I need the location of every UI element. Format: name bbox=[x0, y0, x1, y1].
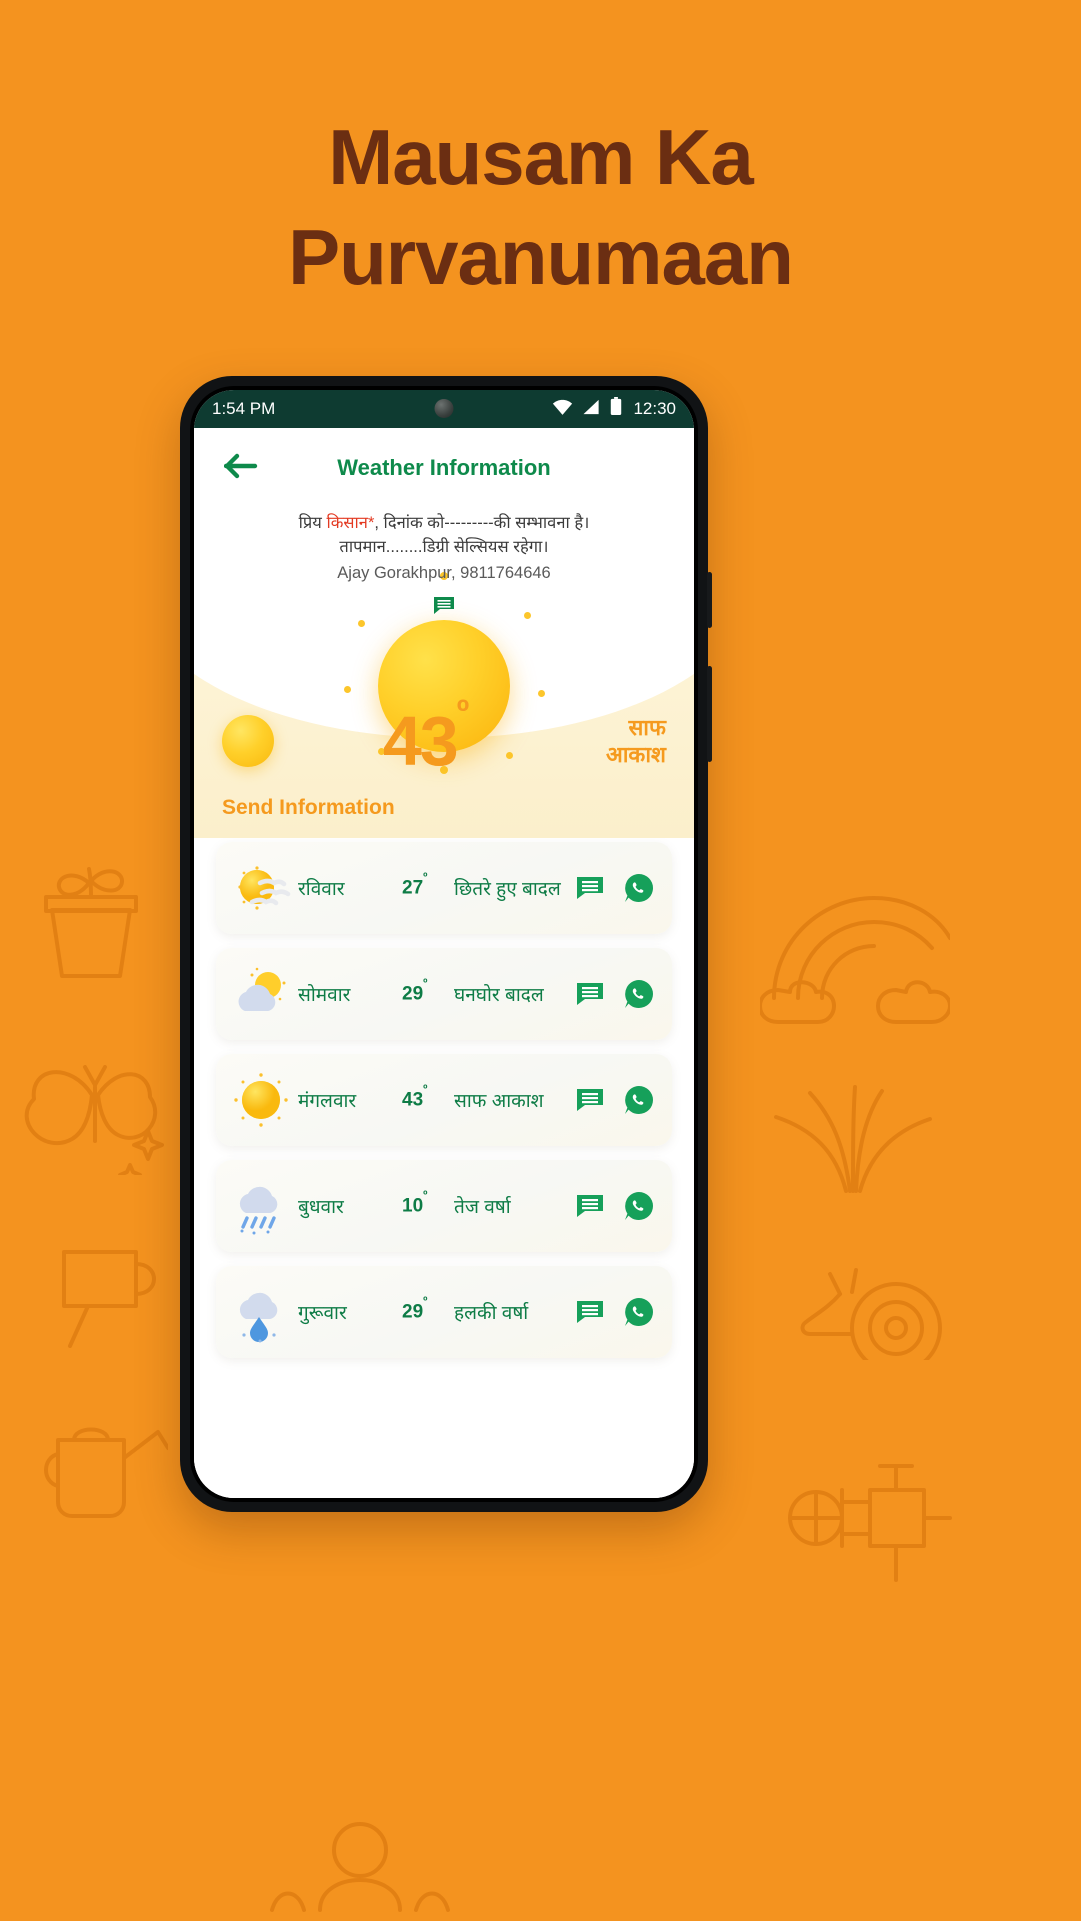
table-row[interactable]: मंगलवार 43º साफ आकाश bbox=[216, 1054, 672, 1146]
message-line-1: प्रिय किसान*, दिनांक को---------की सम्भा… bbox=[194, 512, 694, 536]
row-actions bbox=[576, 1191, 654, 1221]
message-line-2: तापमान........डिग्री सेल्सियस रहेगा। bbox=[339, 537, 549, 556]
whatsapp-icon[interactable] bbox=[624, 873, 654, 903]
sun-cloud-wind-icon bbox=[230, 857, 292, 919]
status-bar-clock: 12:30 bbox=[633, 399, 676, 418]
battery-icon bbox=[610, 397, 622, 421]
degree-symbol: º bbox=[456, 693, 470, 731]
forecast-temp: 27º bbox=[402, 871, 454, 899]
cloud-sun-icon bbox=[230, 963, 292, 1025]
sms-icon[interactable] bbox=[576, 1088, 604, 1112]
phone-screen: 1:54 PM 12:30 Weather Information प्रिय … bbox=[194, 390, 694, 1498]
row-actions bbox=[576, 979, 654, 1009]
degree-symbol: º bbox=[423, 977, 428, 991]
app-bar-title: Weather Information bbox=[337, 455, 551, 480]
sun-icon bbox=[222, 715, 274, 767]
status-bar: 1:54 PM 12:30 bbox=[194, 390, 694, 428]
person-doodle bbox=[270, 1822, 450, 1912]
sms-icon[interactable] bbox=[576, 876, 604, 900]
forecast-condition: साफ आकाश bbox=[454, 1091, 544, 1112]
whatsapp-icon[interactable] bbox=[624, 1191, 654, 1221]
send-information-label: Send Information bbox=[222, 796, 395, 819]
chat-bubble-icon[interactable] bbox=[433, 596, 455, 621]
sms-icon[interactable] bbox=[576, 982, 604, 1006]
forecast-temp-value: 10 bbox=[402, 1195, 424, 1217]
row-actions bbox=[576, 1297, 654, 1327]
table-row[interactable]: गुरूवार 29º हलकी वर्षा bbox=[216, 1266, 672, 1358]
degree-symbol: º bbox=[423, 871, 428, 885]
forecast-day: सोमवार bbox=[298, 985, 351, 1006]
forecast-temp: 29º bbox=[402, 1295, 454, 1323]
sun-icon bbox=[230, 1069, 292, 1131]
forecast-condition: छितरे हुए बादल bbox=[454, 879, 561, 900]
forecast-day: बुधवार bbox=[298, 1197, 344, 1218]
back-button[interactable] bbox=[220, 447, 262, 489]
forecast-day: रविवार bbox=[298, 879, 345, 900]
table-row[interactable]: सोमवार 29º घनघोर बादल bbox=[216, 948, 672, 1040]
forecast-condition: हलकी वर्षा bbox=[454, 1303, 529, 1324]
whatsapp-icon[interactable] bbox=[624, 1297, 654, 1327]
forecast-condition: घनघोर बादल bbox=[454, 985, 544, 1006]
status-bar-icons: 12:30 bbox=[552, 397, 676, 421]
weather-hero: प्रिय किसान*, दिनांक को---------की सम्भा… bbox=[194, 508, 694, 838]
forecast-temp-value: 29 bbox=[402, 1301, 424, 1323]
axe-doodle bbox=[62, 1250, 156, 1348]
page-title-line1: Mausam Ka bbox=[328, 113, 753, 201]
sms-icon[interactable] bbox=[576, 1300, 604, 1324]
arrow-left-icon bbox=[223, 453, 258, 484]
forecast-temp-value: 27 bbox=[402, 877, 424, 899]
forecast-temp: 43º bbox=[402, 1083, 454, 1111]
current-condition: साफ आकाश bbox=[605, 714, 666, 768]
butterfly-doodle bbox=[24, 1065, 164, 1175]
degree-symbol: º bbox=[423, 1189, 428, 1203]
potted-plant-doodle bbox=[44, 867, 138, 978]
message-signature: Ajay Gorakhpur, 9811764646 bbox=[337, 563, 551, 582]
forecast-temp: 10º bbox=[402, 1189, 454, 1217]
sms-icon[interactable] bbox=[576, 1194, 604, 1218]
forecast-temp-value: 43 bbox=[402, 1089, 424, 1111]
page-title: Mausam Ka Purvanumaan bbox=[0, 108, 1081, 308]
phone-mockup: 1:54 PM 12:30 Weather Information प्रिय … bbox=[180, 376, 712, 1512]
farmer-message: प्रिय किसान*, दिनांक को---------की सम्भा… bbox=[194, 512, 694, 621]
forecast-day: गुरूवार bbox=[298, 1303, 347, 1324]
message-highlight: किसान* bbox=[326, 514, 375, 532]
row-actions bbox=[576, 873, 654, 903]
light-rain-icon bbox=[230, 1281, 292, 1343]
forecast-condition: तेज वर्षा bbox=[454, 1197, 511, 1218]
forecast-day: मंगलवार bbox=[298, 1091, 357, 1112]
forecast-list: रविवार 27º छितरे हुए बादल सोमवार 29º घनघ… bbox=[194, 838, 694, 1498]
message-prefix: प्रिय bbox=[298, 514, 327, 532]
temperature-value: 43 bbox=[382, 702, 459, 780]
grass-doodle bbox=[774, 1085, 932, 1193]
tap-doodle bbox=[788, 1464, 952, 1582]
current-temperature: 43º bbox=[383, 695, 469, 776]
signal-icon bbox=[582, 399, 601, 420]
heavy-rain-icon bbox=[230, 1175, 292, 1237]
forecast-temp-value: 29 bbox=[402, 983, 424, 1005]
whatsapp-icon[interactable] bbox=[624, 1085, 654, 1115]
hero-summary-row: 43º साफ आकाश bbox=[194, 695, 694, 776]
watering-can-doodle bbox=[44, 1427, 168, 1518]
table-row[interactable]: रविवार 27º छितरे हुए बादल bbox=[216, 842, 672, 934]
rainbow-cloud-doodle bbox=[760, 896, 950, 1024]
whatsapp-icon[interactable] bbox=[624, 979, 654, 1009]
row-actions bbox=[576, 1085, 654, 1115]
front-camera bbox=[434, 399, 454, 418]
forecast-temp: 29º bbox=[402, 977, 454, 1005]
degree-symbol: º bbox=[423, 1083, 428, 1097]
table-row[interactable]: बुधवार 10º तेज वर्षा bbox=[216, 1160, 672, 1252]
app-bar: Weather Information bbox=[194, 428, 694, 508]
page-title-line2: Purvanumaan bbox=[288, 212, 794, 301]
message-suffix: , दिनांक को---------की सम्भावना है। bbox=[374, 514, 590, 532]
phone-bezel: 1:54 PM 12:30 Weather Information प्रिय … bbox=[190, 386, 698, 1502]
snail-doodle bbox=[800, 1268, 942, 1360]
status-bar-time: 1:54 PM bbox=[212, 399, 276, 418]
wifi-icon bbox=[552, 399, 573, 420]
degree-symbol: º bbox=[423, 1295, 428, 1309]
